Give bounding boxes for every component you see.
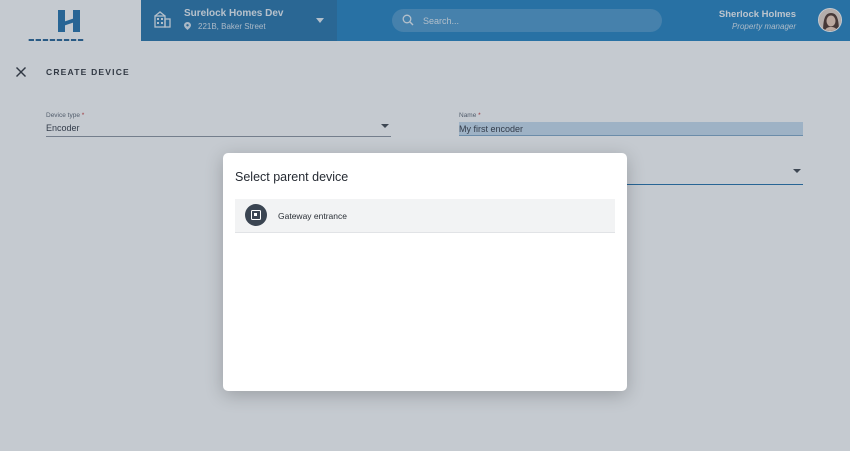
dialog-title: Select parent device [235, 170, 349, 184]
select-parent-dialog: Select parent device Gateway entrance [223, 153, 627, 391]
gateway-device-icon [245, 204, 267, 226]
list-item[interactable]: Gateway entrance [235, 199, 615, 233]
list-item-label: Gateway entrance [278, 211, 347, 221]
